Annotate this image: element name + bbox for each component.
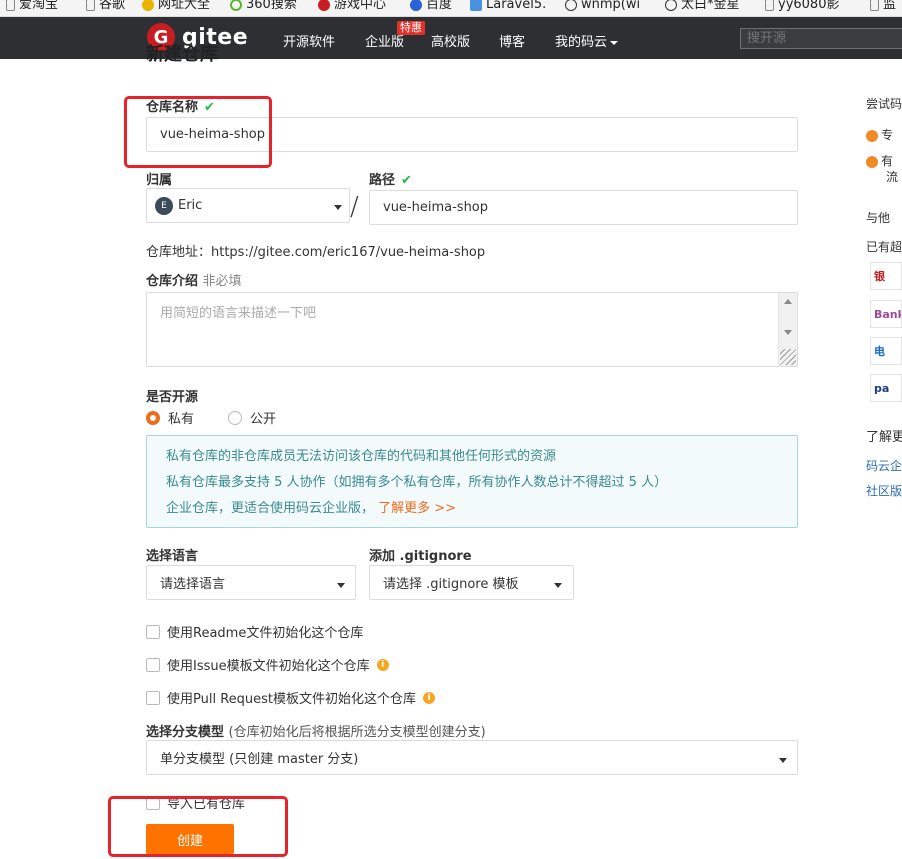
private-info-box: 私有仓库的非仓库成员无法访问该仓库的代码和其他任何形式的资源 私有仓库最多支持 …: [146, 435, 798, 528]
resize-handle[interactable]: [780, 349, 796, 365]
branch-model-label: 选择分支模型 (仓库初始化后将根据所选分支模型创建分支): [146, 725, 486, 740]
info-icon[interactable]: i: [423, 691, 436, 704]
owner-select[interactable]: E Eric: [146, 188, 350, 223]
chevron-down-icon: [610, 40, 619, 45]
radio-public[interactable]: 公开: [228, 408, 276, 427]
chevron-down-icon: [337, 583, 345, 588]
annotation-box: [124, 96, 272, 168]
scroll-down-icon[interactable]: [784, 330, 792, 335]
path-label: 路径 ✔: [369, 173, 412, 188]
sidebar-heading: 了解更: [866, 430, 902, 445]
sidebar-item-cont: 流: [886, 170, 899, 184]
nav-blog[interactable]: 博客: [499, 31, 525, 50]
gitignore-select[interactable]: 请选择 .gitignore 模板: [369, 565, 574, 600]
site-icon: [230, 0, 242, 11]
nav-education[interactable]: 高校版: [431, 31, 470, 50]
check-icon: ✔: [401, 173, 412, 188]
sidebar-heading: 与他: [866, 211, 891, 225]
issue-template-checkbox[interactable]: 使用Issue模板文件初始化这个仓库 i: [146, 655, 389, 674]
sidebar-link[interactable]: 码云企: [866, 457, 902, 474]
check-circle-icon: [866, 155, 878, 168]
intro-label: 仓库介绍 非必填: [146, 274, 242, 289]
owner-label: 归属: [146, 173, 173, 188]
language-select[interactable]: 请选择语言: [146, 565, 356, 600]
page-icon: [765, 0, 774, 11]
nav-my-gitee[interactable]: 我的码云: [555, 31, 619, 50]
scroll-up-icon[interactable]: [784, 299, 792, 304]
bookmark-item[interactable]: wnmp(wi: [565, 0, 640, 12]
site-icon: [470, 0, 482, 11]
bookmark-item[interactable]: 太白*金星: [665, 0, 740, 12]
top-nav: G gitee 开源软件 企业版 特惠 高校版 博客 我的码云: [0, 17, 902, 59]
sidebar-item: 专: [866, 126, 902, 143]
site-icon: [665, 0, 677, 11]
partner-logo: 电: [870, 337, 902, 365]
pr-template-checkbox[interactable]: 使用Pull Request模板文件初始化这个仓库 i: [146, 688, 436, 707]
bookmark-item[interactable]: 百度: [410, 0, 452, 12]
sidebar-item: 有: [866, 152, 902, 169]
branch-model-select[interactable]: 单分支模型 (只创建 master 分支): [146, 740, 798, 775]
repo-url: 仓库地址：https://gitee.com/eric167/vue-heima…: [146, 245, 486, 260]
radio-button[interactable]: [228, 410, 242, 425]
annotation-box: [108, 796, 288, 857]
bookmark-item[interactable]: 360搜索: [230, 0, 297, 12]
path-input[interactable]: vue-heima-shop: [369, 190, 798, 225]
page-title: 新建仓库: [146, 44, 218, 65]
avatar: E: [155, 196, 173, 215]
open-source-label: 是否开源: [146, 390, 199, 405]
nav-open-source[interactable]: 开源软件: [283, 31, 335, 50]
partner-logo: 银: [870, 262, 902, 290]
bookmark-item[interactable]: 爱淘宝: [6, 0, 58, 12]
chevron-down-icon: [554, 583, 562, 588]
path-separator: /: [350, 192, 359, 222]
info-icon[interactable]: i: [376, 658, 389, 671]
bookmark-item[interactable]: 网址大全: [142, 0, 210, 12]
chevron-down-icon: [334, 205, 342, 210]
promo-badge: 特惠: [397, 21, 425, 35]
sidebar-link[interactable]: 社区版: [866, 482, 902, 499]
bookmark-item[interactable]: 谷歌: [86, 0, 125, 12]
learn-more-link[interactable]: 了解更多 >>: [378, 501, 456, 516]
site-icon: [318, 0, 330, 11]
page-icon: [86, 0, 95, 11]
paw-icon: [410, 0, 422, 11]
bookmark-item[interactable]: yy6080影: [765, 0, 839, 12]
search-input[interactable]: [740, 28, 902, 49]
bookmark-item[interactable]: Laravel5.: [470, 0, 546, 12]
partner-logo: Bank: [870, 300, 902, 328]
partner-logo: pa: [870, 374, 902, 402]
radio-button[interactable]: [146, 410, 160, 425]
checkbox[interactable]: [146, 690, 160, 705]
page-icon: [6, 0, 15, 11]
bookmark-item[interactable]: 游戏中心: [318, 0, 386, 12]
radio-private[interactable]: 私有: [146, 408, 194, 427]
language-label: 选择语言: [146, 549, 199, 564]
chevron-down-icon: [779, 758, 787, 763]
intro-textarea[interactable]: 用简短的语言来描述一下吧: [146, 292, 798, 367]
page-icon: [870, 0, 879, 11]
checkbox[interactable]: [146, 657, 160, 672]
sidebar-text: 已有超: [866, 240, 902, 254]
check-circle-icon: [866, 129, 878, 142]
bookmarks-bar: 爱淘宝 谷歌 网址大全 360搜索 游戏中心 百度 Laravel5. wnmp…: [0, 0, 902, 17]
sidebar-heading: 尝试码: [866, 97, 902, 111]
readme-checkbox[interactable]: 使用Readme文件初始化这个仓库: [146, 622, 363, 641]
checkbox[interactable]: [146, 624, 160, 639]
bookmark-item[interactable]: 监: [870, 0, 896, 12]
site-icon: [565, 0, 577, 11]
scrollbar[interactable]: [778, 293, 797, 366]
site-icon: [142, 0, 154, 11]
gitignore-label: 添加 .gitignore: [369, 549, 472, 564]
